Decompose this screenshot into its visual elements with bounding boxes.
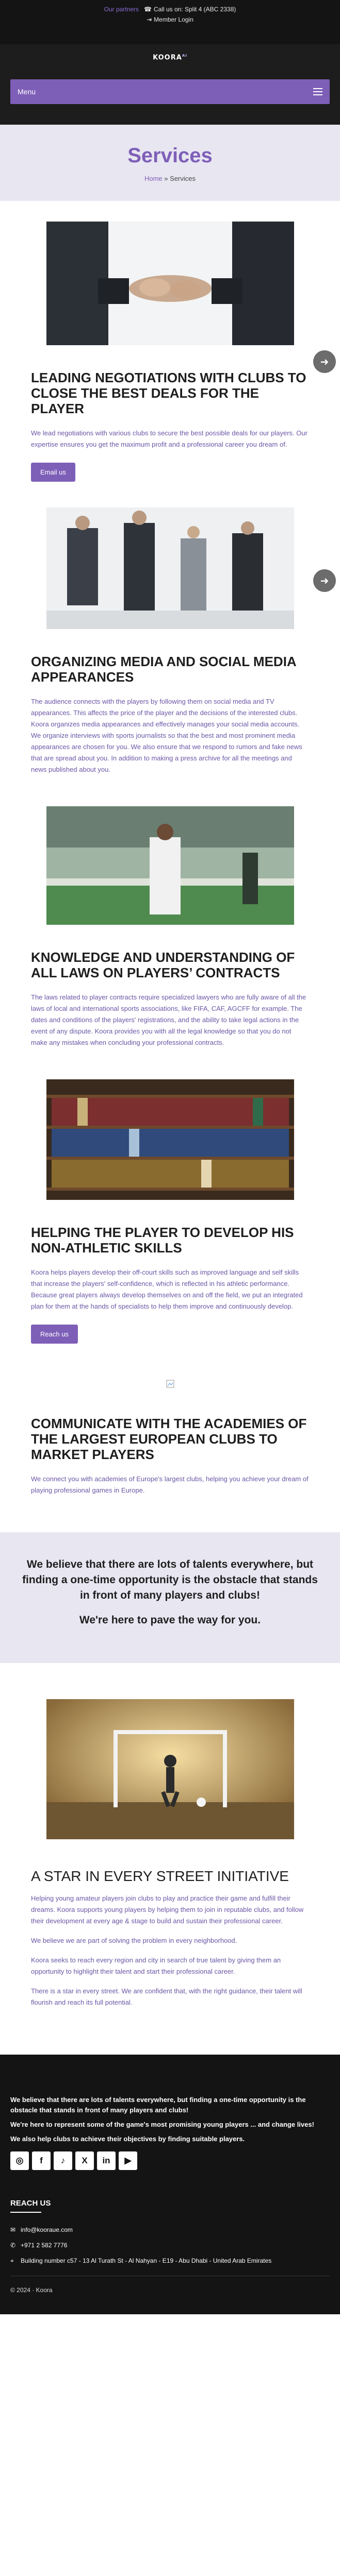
star-initiative-title: A STAR IN EVERY STREET INITIATIVE	[31, 1868, 289, 1884]
service-title: ORGANIZING MEDIA AND SOCIAL MEDIA APPEAR…	[31, 654, 296, 685]
service-contracts-law: KNOWLEDGE AND UNDERSTANDING OF ALL LAWS …	[0, 775, 340, 1048]
top-bar-contact-row: Our partners ☎ Call us on: Split 4 (ABC 2…	[0, 4, 340, 14]
service-skills: HELPING THE PLAYER TO DEVELOP HIS NON-AT…	[0, 1048, 340, 1344]
chat-bubble-icon[interactable]: ➜	[313, 350, 336, 373]
instagram-icon[interactable]: ◎	[10, 2151, 29, 2170]
contact-phone[interactable]: +971 2 582 7776	[21, 2242, 67, 2249]
twitter-icon[interactable]: X	[75, 2151, 94, 2170]
social-links: ◎ f ♪ X in ▶	[10, 2151, 330, 2170]
phone-icon: ✆	[10, 2242, 16, 2249]
header: KOORAAI	[0, 44, 340, 71]
service-description: Koora helps players develop their off-co…	[31, 1268, 303, 1310]
breadcrumb: Home » Services	[0, 175, 340, 182]
stadium-photo	[46, 806, 294, 925]
breadcrumb-home[interactable]: Home	[144, 175, 163, 182]
star-initiative: A STAR IN EVERY STREET INITIATIVE Helpin…	[0, 1663, 340, 2008]
contact-email-row[interactable]: ✉ info@kooraue.com	[10, 2225, 330, 2234]
contact-info: ✉ info@kooraue.com ✆ +971 2 582 7776 ⌖ Buil…	[10, 2225, 330, 2265]
contact-address-row: ⌖ Building number c57 - 13 Al Turath St -…	[10, 2256, 330, 2265]
heading-underline	[10, 2212, 41, 2213]
belief-quote-sub: We're here to pave the way for you.	[79, 1614, 261, 1626]
handshake-photo	[46, 222, 294, 345]
logo-text: KOORA	[153, 54, 182, 62]
copyright: © 2024 · Koora	[10, 2276, 330, 2294]
star-paragraph: Koora seeks to reach every region and ci…	[31, 1956, 281, 1975]
facebook-icon[interactable]: f	[32, 2151, 51, 2170]
broken-image-icon	[31, 1380, 309, 1400]
service-description: The laws related to player contracts req…	[31, 993, 306, 1046]
star-paragraph: Helping young amateur players join clubs…	[31, 1894, 304, 1925]
page-title: Services	[127, 144, 213, 167]
menu-label: Menu	[18, 88, 36, 96]
service-negotiations: ➜ LEADING NEGOTIATIONS WITH CLUBS TO CLO…	[0, 201, 340, 482]
member-login-row[interactable]: ⇥ Member Login	[0, 14, 340, 25]
service-description: We lead negotiations with various clubs …	[31, 429, 307, 448]
footer-text: We're here to represent some of the game…	[10, 2121, 314, 2128]
linkedin-icon[interactable]: in	[97, 2151, 116, 2170]
site-footer: We believe that there are lots of talent…	[0, 2055, 340, 2314]
service-media: ➜ ORGANIZING MEDIA AND SOCIAL MEDIA APPE…	[0, 482, 340, 775]
service-academies: COMMUNICATE WITH THE ACADEMIES OF THE LA…	[0, 1344, 340, 1496]
star-paragraph: There is a star in every street. We are …	[31, 1987, 302, 2006]
service-title: COMMUNICATE WITH THE ACADEMIES OF THE LA…	[31, 1416, 307, 1462]
top-bar: Our partners ☎ Call us on: Split 4 (ABC 2…	[0, 0, 340, 44]
member-login-link[interactable]: Member Login	[154, 16, 193, 23]
hamburger-icon	[313, 88, 322, 95]
service-title: HELPING THE PLAYER TO DEVELOP HIS NON-AT…	[31, 1225, 294, 1256]
street-football-photo	[46, 1699, 294, 1839]
service-title: KNOWLEDGE AND UNDERSTANDING OF ALL LAWS …	[31, 950, 295, 980]
site-logo[interactable]: KOORAAI	[153, 54, 187, 61]
phone-icon: ☎	[144, 6, 152, 13]
login-icon: ⇥	[147, 16, 152, 23]
location-pin-icon: ⌖	[10, 2257, 14, 2264]
partners-link[interactable]: Our partners	[104, 6, 139, 13]
service-description: We connect you with academies of Europe'…	[31, 1475, 309, 1494]
breadcrumb-separator: »	[164, 175, 168, 182]
reach-us-heading: REACH US	[10, 2199, 51, 2208]
email-icon: ✉	[10, 2226, 16, 2233]
menu-toggle[interactable]: Menu	[10, 79, 330, 104]
contact-phone-row[interactable]: ✆ +971 2 582 7776	[10, 2241, 330, 2250]
belief-quote-block: We believe that there are lots of talent…	[0, 1532, 340, 1663]
tiktok-icon[interactable]: ♪	[54, 2151, 72, 2170]
logo-mark: AI	[182, 54, 187, 58]
press-conference-photo	[46, 507, 294, 629]
reach-us-button[interactable]: Reach us	[31, 1325, 78, 1344]
email-us-button[interactable]: Email us	[31, 463, 75, 482]
service-description: The audience connects with the players b…	[31, 698, 302, 773]
service-title: LEADING NEGOTIATIONS WITH CLUBS TO CLOSE…	[31, 370, 306, 416]
belief-quote: We believe that there are lots of talent…	[22, 1558, 318, 1601]
youtube-icon[interactable]: ▶	[119, 2151, 137, 2170]
call-us-text[interactable]: Call us on: Split 4 (ABC 2338)	[154, 6, 236, 13]
chat-bubble-icon[interactable]: ➜	[313, 569, 336, 592]
footer-text: We also help clubs to achieve their obje…	[10, 2135, 245, 2143]
contact-email[interactable]: info@kooraue.com	[21, 2226, 73, 2233]
page-hero: Services Home » Services	[0, 125, 340, 201]
menu-wrapper: Menu	[0, 71, 340, 125]
breadcrumb-current: Services	[170, 175, 196, 182]
library-photo	[46, 1079, 294, 1200]
footer-text: We believe that there are lots of talent…	[10, 2096, 306, 2114]
contact-address: Building number c57 - 13 Al Turath St - …	[21, 2257, 272, 2264]
star-paragraph: We believe we are part of solving the pr…	[31, 1937, 237, 1944]
